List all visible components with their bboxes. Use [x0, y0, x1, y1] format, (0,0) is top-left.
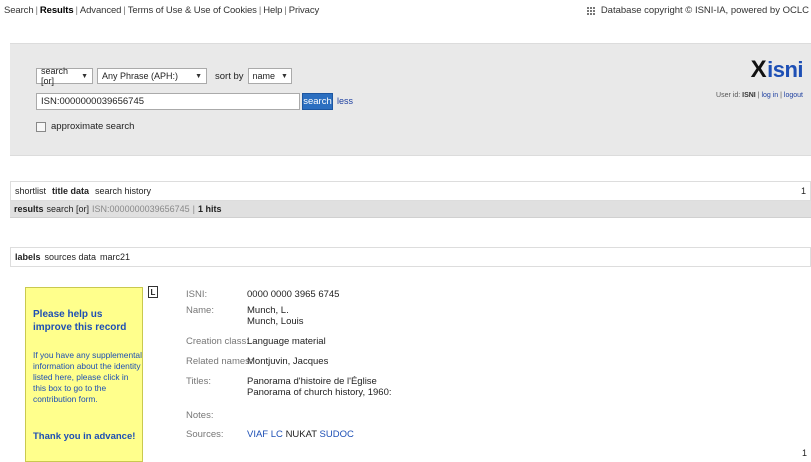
results-query: ISN:0000000039656745 — [92, 204, 190, 214]
search-button[interactable]: search — [302, 93, 333, 110]
creation-class-label: Creation class: — [186, 336, 249, 347]
nav-help[interactable]: Help — [263, 5, 282, 16]
sort-select[interactable]: name ▼ — [247, 68, 292, 84]
isni-label: ISNI: — [186, 289, 208, 300]
logout-link[interactable]: logout — [784, 92, 803, 99]
operator-value: search [or] — [41, 66, 69, 86]
search-options-row: search [or] ▼ Any Phrase (APH:) ▼ sort by … — [36, 66, 292, 86]
help-text: If you have any supplemental information… — [33, 350, 142, 404]
approximate-search-checkbox[interactable] — [36, 121, 46, 132]
sources-value: VIAF LC NUKAT SUDOC — [247, 429, 354, 440]
sort-value: name — [252, 71, 276, 81]
chevron-down-icon: ▼ — [195, 72, 202, 80]
chevron-down-icon: ▼ — [81, 72, 88, 80]
logo-mark: X — [750, 56, 767, 83]
nav-advanced[interactable]: Advanced — [80, 5, 122, 16]
search-input[interactable] — [36, 93, 300, 110]
record-tab-bar: labels sources data marc21 — [10, 247, 811, 267]
user-info: User id: ISNI | log in | logout — [716, 92, 803, 99]
nav-results[interactable]: Results — [40, 5, 74, 16]
source-nukat: NUKAT — [285, 429, 317, 440]
user-id: ISNI — [742, 92, 756, 99]
tab-sources-data[interactable]: sources data — [45, 252, 97, 262]
title-value-1: Panorama d'histoire de l'Église — [247, 376, 377, 387]
title-value-2: Panorama of church history, 1960: — [247, 387, 392, 398]
results-label: results — [14, 204, 44, 214]
tab-labels[interactable]: labels — [15, 252, 41, 262]
approximate-search-label: approximate search — [51, 121, 135, 132]
sources-label: Sources: — [186, 429, 224, 440]
tab-search-history[interactable]: search history — [95, 186, 151, 196]
chevron-down-icon: ▼ — [281, 72, 288, 80]
results-summary: results search [or] ISN:0000000039656745… — [10, 201, 811, 218]
operator-select[interactable]: search [or] ▼ — [36, 66, 93, 86]
creation-class-value: Language material — [247, 336, 326, 347]
nav-terms[interactable]: Terms of Use & Use of Cookies — [128, 5, 257, 16]
sort-label: sort by — [215, 70, 244, 82]
less-link[interactable]: less — [337, 96, 353, 106]
copyright-text: Database copyright © ISNI-IA, powered by… — [600, 5, 809, 16]
login-link[interactable]: log in — [761, 92, 778, 99]
nav-search[interactable]: Search — [4, 5, 34, 16]
results-tab-bar: shortlist title data search history 1 — [10, 181, 811, 201]
results-hits: 1 hits — [197, 204, 222, 214]
isni-logo: Xisni — [750, 56, 804, 84]
tab-marc21[interactable]: marc21 — [100, 252, 130, 262]
grid-icon — [586, 6, 595, 15]
logo-text: isni — [767, 57, 803, 82]
language-material-icon[interactable]: L — [148, 286, 158, 298]
contribution-help-box[interactable]: Please help us improve this record If yo… — [25, 287, 143, 462]
nav-privacy[interactable]: Privacy — [289, 5, 320, 16]
field-select[interactable]: Any Phrase (APH:) ▼ — [97, 68, 207, 84]
search-panel: search [or] ▼ Any Phrase (APH:) ▼ sort by … — [10, 43, 811, 156]
approximate-search-option[interactable]: approximate search — [36, 121, 134, 132]
related-names-label: Related names: — [186, 356, 253, 367]
notes-label: Notes: — [186, 410, 214, 421]
source-viaf-link[interactable]: VIAF — [247, 429, 268, 440]
name-label: Name: — [186, 305, 214, 316]
name-value-1: Munch, L. — [247, 305, 289, 316]
isni-value: 0000 0000 3965 6745 — [247, 289, 340, 300]
page-number-bottom: 1 — [801, 448, 807, 458]
help-title: Please help us improve this record — [33, 309, 127, 333]
page-number: 1 — [800, 186, 806, 196]
tab-title-data[interactable]: title data — [52, 186, 89, 196]
source-lc-link[interactable]: LC — [271, 429, 283, 440]
titles-label: Titles: — [186, 376, 211, 387]
copyright-notice: Database copyright © ISNI-IA, powered by… — [586, 5, 809, 16]
help-thanks: Thank you in advance! — [33, 431, 136, 442]
field-value: Any Phrase (APH:) — [102, 71, 179, 81]
name-value-2: Munch, Louis — [247, 316, 304, 327]
results-operator: search [or] — [46, 204, 90, 214]
source-sudoc-link[interactable]: SUDOC — [320, 429, 354, 440]
user-id-label: User id: — [716, 92, 741, 99]
top-navigation: Search | Results | Advanced | Terms of Use & U… — [4, 5, 320, 16]
tab-shortlist[interactable]: shortlist — [15, 186, 46, 196]
related-names-value: Montjuvin, Jacques — [247, 356, 329, 367]
